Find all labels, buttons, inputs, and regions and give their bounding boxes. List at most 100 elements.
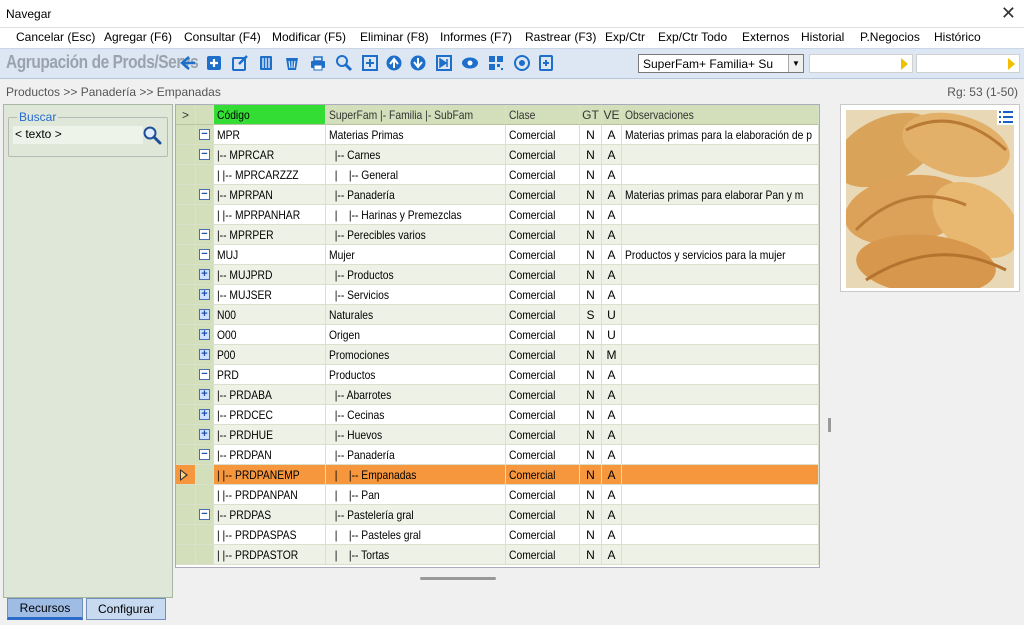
edit-icon[interactable] <box>230 53 250 73</box>
cell-ve: A <box>602 245 622 265</box>
cell-observaciones: Productos y servicios para la mujer <box>622 245 819 265</box>
delete-bin-icon[interactable] <box>282 53 302 73</box>
refresh-icon[interactable] <box>536 53 556 73</box>
horizontal-scrollbar[interactable] <box>420 577 496 580</box>
table-row[interactable]: − |-- MPRPER |-- Perecibles varios Comerci… <box>176 225 819 245</box>
menu-item-6[interactable]: Rastrear (F3) <box>525 30 596 44</box>
table-row[interactable]: + |-- MUJSER |-- Servicios Comercial N A <box>176 285 819 305</box>
header-codigo[interactable]: Código <box>214 105 326 125</box>
cell-codigo: PRD <box>214 365 326 385</box>
cell-superfam: Mujer <box>326 245 506 265</box>
menu-item-5[interactable]: Informes (F7) <box>440 30 512 44</box>
view-select[interactable]: SuperFam+ Familia+ Su ▼ <box>638 54 804 73</box>
search-icon[interactable] <box>142 125 162 145</box>
row-pointer-cell <box>176 385 196 405</box>
table-row[interactable]: + |-- PRDHUE |-- Huevos Comercial N A <box>176 425 819 445</box>
collapse-icon[interactable]: − <box>199 129 210 140</box>
filter-field-2[interactable] <box>916 54 1020 73</box>
table-row[interactable]: | |-- MPRPANHAR | |-- Harinas y Premezcl… <box>176 205 819 225</box>
row-pointer-cell <box>176 505 196 525</box>
splitter-handle[interactable] <box>828 418 831 432</box>
table-row[interactable]: + O00 Origen Comercial N U <box>176 325 819 345</box>
cell-clase: Comercial <box>506 325 580 345</box>
collapse-icon[interactable]: − <box>199 229 210 240</box>
chevron-down-icon[interactable]: ▼ <box>788 55 803 72</box>
collapse-icon[interactable]: − <box>199 449 210 460</box>
expand-icon[interactable]: + <box>199 289 210 300</box>
table-row[interactable]: | |-- MPRCARZZZ | |-- General Comercial N A <box>176 165 819 185</box>
book-icon[interactable] <box>256 53 276 73</box>
up-circle-icon[interactable] <box>384 53 404 73</box>
table-row[interactable]: − |-- MPRPAN |-- Panadería Comercial N A Mate… <box>176 185 819 205</box>
menu-item-7[interactable]: Exp/Ctr <box>605 30 645 44</box>
collapse-icon[interactable]: − <box>199 249 210 260</box>
barcode-icon[interactable] <box>486 53 506 73</box>
collapse-icon[interactable]: − <box>199 369 210 380</box>
menu-item-1[interactable]: Agregar (F6) <box>104 30 172 44</box>
table-row[interactable]: + |-- MUJPRD |-- Productos Comercial N A <box>176 265 819 285</box>
menu-item-10[interactable]: Historial <box>801 30 844 44</box>
expand-icon[interactable]: + <box>199 329 210 340</box>
table-row[interactable]: + |-- PRDABA |-- Abarrotes Comercial N A <box>176 385 819 405</box>
cell-ve: A <box>602 525 622 545</box>
table-row[interactable]: − MPR Materias Primas Comercial N A Materias p… <box>176 125 819 145</box>
table-row[interactable]: + |-- PRDCEC |-- Cecinas Comercial N A <box>176 405 819 425</box>
view-eye-icon[interactable] <box>460 53 480 73</box>
print-icon[interactable] <box>308 53 328 73</box>
back-arrow-icon[interactable] <box>178 53 198 73</box>
table-row[interactable]: | |-- PRDPASPAS | |-- Pasteles gral Comer… <box>176 525 819 545</box>
play-arrow-icon[interactable] <box>1008 58 1015 70</box>
header-ve[interactable]: VE <box>602 105 622 125</box>
expand-icon[interactable] <box>360 53 380 73</box>
collapse-icon[interactable]: − <box>199 149 210 160</box>
table-row[interactable]: − |-- MPRCAR |-- Carnes Comercial N A <box>176 145 819 165</box>
menu-item-4[interactable]: Eliminar (F8) <box>360 30 429 44</box>
search-zoom-icon[interactable] <box>334 53 354 73</box>
menu-item-8[interactable]: Exp/Ctr Todo <box>658 30 727 44</box>
table-row[interactable]: − |-- PRDPAS |-- Pastelería gral Comercial… <box>176 505 819 525</box>
cell-codigo: |-- MUJSER <box>214 285 326 305</box>
expand-icon[interactable]: + <box>199 409 210 420</box>
expand-icon[interactable]: + <box>199 269 210 280</box>
tab-configure[interactable]: Configurar <box>86 598 166 620</box>
menu-item-3[interactable]: Modificar (F5) <box>272 30 346 44</box>
expand-icon[interactable]: + <box>199 349 210 360</box>
menu-item-0[interactable]: Cancelar (Esc) <box>16 30 95 44</box>
expand-icon[interactable]: + <box>199 389 210 400</box>
cell-clase: Comercial <box>506 305 580 325</box>
close-icon[interactable]: ✕ <box>1001 3 1016 23</box>
table-row[interactable]: − PRD Productos Comercial N A <box>176 365 819 385</box>
settings-target-icon[interactable] <box>512 53 532 73</box>
table-row[interactable]: | |-- PRDPANEMP | |-- Empanadas Comercial… <box>176 465 819 485</box>
header-superfam[interactable]: SuperFam |- Familia |- SubFam <box>326 105 506 125</box>
header-observaciones[interactable]: Observaciones <box>622 105 819 125</box>
table-row[interactable]: − |-- PRDPAN |-- Panadería Comercial N A <box>176 445 819 465</box>
menu-item-9[interactable]: Externos <box>742 30 789 44</box>
cell-gt: N <box>580 385 602 405</box>
play-arrow-icon[interactable] <box>901 58 908 70</box>
header-clase[interactable]: Clase <box>506 105 580 125</box>
menu-item-2[interactable]: Consultar (F4) <box>184 30 261 44</box>
down-circle-icon[interactable] <box>408 53 428 73</box>
collapse-icon[interactable]: − <box>199 189 210 200</box>
cell-clase: Comercial <box>506 525 580 545</box>
last-icon[interactable] <box>434 53 454 73</box>
add-icon[interactable] <box>204 53 224 73</box>
cell-observaciones <box>622 225 819 245</box>
expand-icon[interactable]: + <box>199 309 210 320</box>
table-row[interactable]: | |-- PRDPASTOR | |-- Tortas Comercial N A <box>176 545 819 565</box>
menu-item-12[interactable]: Histórico <box>934 30 981 44</box>
header-gt[interactable]: GT <box>580 105 602 125</box>
table-row[interactable]: + P00 Promociones Comercial N M <box>176 345 819 365</box>
table-row[interactable]: | |-- PRDPANPAN | |-- Pan Comercial N A <box>176 485 819 505</box>
collapse-icon[interactable]: − <box>199 509 210 520</box>
search-input[interactable]: < texto > <box>13 126 143 144</box>
tab-resources[interactable]: Recursos <box>7 598 83 620</box>
list-menu-icon[interactable] <box>997 109 1015 125</box>
menu-item-11[interactable]: P.Negocios <box>860 30 920 44</box>
table-row[interactable]: + N00 Naturales Comercial S U <box>176 305 819 325</box>
cell-superfam: Productos <box>326 365 506 385</box>
expand-icon[interactable]: + <box>199 429 210 440</box>
filter-field-1[interactable] <box>809 54 913 73</box>
table-row[interactable]: − MUJ Mujer Comercial N A Productos y servicio… <box>176 245 819 265</box>
